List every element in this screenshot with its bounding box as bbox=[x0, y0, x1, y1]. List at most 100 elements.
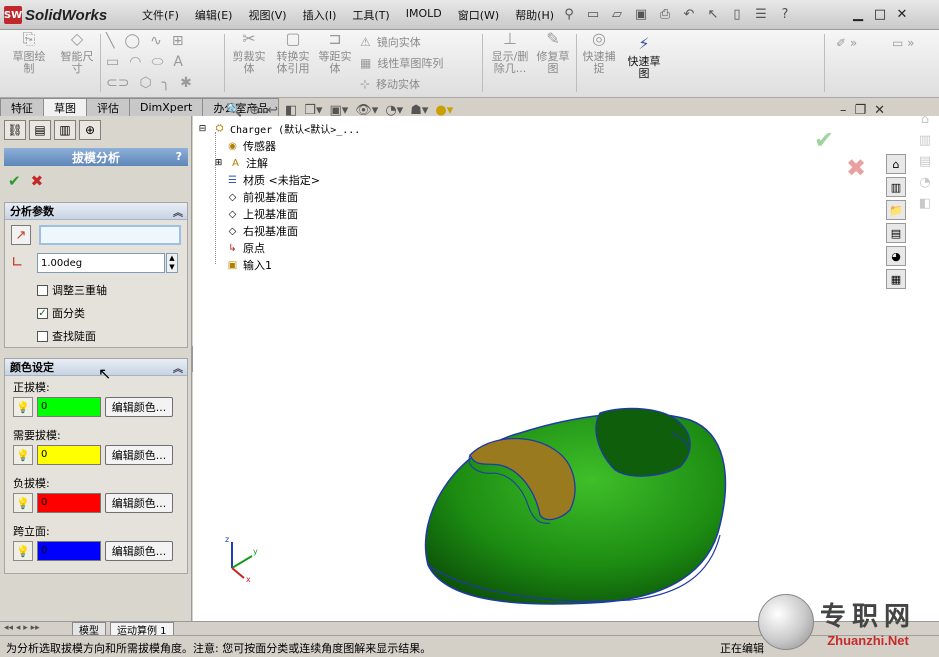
view-settings-icon[interactable]: ●▾ bbox=[435, 103, 453, 118]
tree-item-top-plane[interactable]: ◇ 上视基准面 bbox=[226, 206, 298, 222]
color-settings-header[interactable]: 颜色设定 ︽ bbox=[5, 359, 187, 376]
design-library-icon[interactable]: ▥ bbox=[886, 177, 906, 197]
confirm-corner-ok-icon[interactable]: ✔ bbox=[814, 126, 834, 154]
sketch-drawing-button[interactable]: ⎘ 草图绘制 bbox=[8, 31, 50, 75]
direction-selection-field[interactable] bbox=[39, 225, 181, 245]
feature-tree-icon[interactable]: ⛓ bbox=[4, 120, 26, 140]
slot-icon[interactable]: ⊂⊃ bbox=[106, 75, 129, 91]
help-icon[interactable]: ? bbox=[776, 5, 794, 23]
new-document-icon[interactable]: ▭ bbox=[584, 5, 602, 23]
offset-entities-button[interactable]: ⊐ 等距实体 bbox=[316, 31, 354, 75]
doc-restore-icon[interactable]: ❐ bbox=[855, 103, 867, 118]
edit-color-button-straddle[interactable]: 编辑颜色... bbox=[105, 541, 173, 561]
menu-imold[interactable]: IMOLD bbox=[398, 7, 450, 23]
ellipse-icon[interactable]: ⬭ bbox=[151, 54, 163, 70]
rebuild-icon[interactable]: ▯ bbox=[728, 5, 746, 23]
menu-insert[interactable]: 插入(I) bbox=[295, 7, 345, 23]
toolbar-overflow-icon-2[interactable]: ▭ » bbox=[892, 36, 915, 50]
view-palette-icon[interactable]: ▤ bbox=[886, 223, 906, 243]
draft-angle-input[interactable]: 1.00deg bbox=[37, 253, 165, 273]
repair-sketch-button[interactable]: ✎ 修复草图 bbox=[534, 31, 572, 75]
zoom-to-fit-icon[interactable]: 🔍 bbox=[226, 103, 242, 118]
close-icon[interactable]: ✕ bbox=[892, 4, 912, 24]
straddle-faces-bulb-icon[interactable]: 💡 bbox=[13, 541, 33, 561]
menu-window[interactable]: 窗口(W) bbox=[450, 7, 507, 23]
section-view-icon[interactable]: ◧ bbox=[285, 103, 297, 118]
undo-icon[interactable]: ↶ bbox=[680, 5, 698, 23]
faded-tool-icon[interactable]: ▤ bbox=[919, 154, 931, 169]
positive-draft-bulb-icon[interactable]: 💡 bbox=[13, 397, 33, 417]
direction-arrow-icon[interactable]: ↗ bbox=[11, 225, 31, 245]
select-icon[interactable]: ↖ bbox=[704, 5, 722, 23]
file-explorer-icon[interactable]: 📁 bbox=[886, 200, 906, 220]
rectangle-icon[interactable]: ▭ bbox=[106, 54, 119, 70]
tab-model[interactable]: 模型 bbox=[72, 622, 106, 637]
maximize-icon[interactable]: □ bbox=[870, 4, 890, 24]
custom-properties-icon[interactable]: ▦ bbox=[886, 269, 906, 289]
negative-draft-bulb-icon[interactable]: 💡 bbox=[13, 493, 33, 513]
quick-snaps-button[interactable]: ◎ 快速捕捉 bbox=[580, 31, 618, 75]
dimxpert-manager-icon[interactable]: ⊕ bbox=[79, 120, 101, 140]
minimize-icon[interactable]: ▁ bbox=[848, 4, 868, 24]
doc-close-icon[interactable]: ✕ bbox=[874, 103, 885, 118]
faded-tool-icon[interactable]: ▥ bbox=[919, 133, 931, 148]
print-icon[interactable]: ⎙ bbox=[656, 5, 674, 23]
trim-entities-button[interactable]: ✂ 剪裁实体 bbox=[228, 31, 270, 75]
edit-color-button-negative[interactable]: 编辑颜色... bbox=[105, 493, 173, 513]
configuration-manager-icon[interactable]: ▥ bbox=[54, 120, 76, 140]
pin-icon[interactable]: ⚲ bbox=[560, 5, 578, 23]
tab-motion-study-1[interactable]: 运动算例 1 bbox=[110, 622, 174, 637]
collapse-icon[interactable]: ︽ bbox=[173, 204, 183, 219]
confirm-corner-cancel-icon[interactable]: ✖ bbox=[846, 154, 866, 182]
linear-pattern-button[interactable]: ▦ 线性草图阵列 bbox=[360, 55, 443, 71]
toolbar-overflow-icon[interactable]: ✐ » bbox=[836, 36, 857, 50]
mirror-entities-button[interactable]: ⚠ 镜向实体 bbox=[360, 34, 421, 50]
circle-icon[interactable]: ◯ bbox=[124, 33, 140, 49]
home-icon[interactable]: ⌂ bbox=[886, 154, 906, 174]
app-logo[interactable]: SW SolidWorks bbox=[4, 5, 107, 25]
tab-features[interactable]: 特征 bbox=[0, 98, 44, 116]
menu-view[interactable]: 视图(V) bbox=[240, 7, 294, 23]
menu-help[interactable]: 帮助(H) bbox=[507, 7, 562, 23]
faded-tool-icon[interactable]: ◧ bbox=[919, 196, 931, 211]
tree-item-import1[interactable]: ▣ 输入1 bbox=[226, 257, 272, 273]
angle-spinner[interactable]: ▲ ▼ bbox=[166, 253, 178, 273]
analysis-params-header[interactable]: 分析参数 ︽ bbox=[5, 203, 187, 220]
option-adjust-triad[interactable]: 调整三重轴 bbox=[37, 282, 107, 298]
tree-root[interactable]: ⊟ ⛭ Charger (默认<默认>_... bbox=[196, 121, 361, 136]
checkbox-face-classification[interactable]: ✓ bbox=[37, 307, 48, 319]
apply-scene-icon[interactable]: ☗▾ bbox=[410, 103, 428, 118]
fillet-icon[interactable]: ╮ bbox=[162, 75, 170, 91]
previous-view-icon[interactable]: ↩ bbox=[267, 103, 278, 118]
smart-dimension-button[interactable]: ◇ 智能尺寸 bbox=[56, 31, 98, 75]
convert-entities-button[interactable]: ▢ 转换实体引用 bbox=[272, 31, 314, 75]
option-face-classification[interactable]: ✓ 面分类 bbox=[37, 305, 85, 321]
save-icon[interactable]: ▣ bbox=[632, 5, 650, 23]
cancel-x-icon[interactable]: ✖ bbox=[31, 172, 44, 190]
doc-minimize-icon[interactable]: – bbox=[840, 103, 847, 118]
requires-draft-bulb-icon[interactable]: 💡 bbox=[13, 445, 33, 465]
appearances-icon[interactable]: ◕ bbox=[886, 246, 906, 266]
tab-sketch[interactable]: 草图 bbox=[43, 98, 87, 116]
property-manager-icon[interactable]: ▤ bbox=[29, 120, 51, 140]
display-style-icon[interactable]: ▣▾ bbox=[329, 103, 348, 118]
edit-color-button-positive[interactable]: 编辑颜色... bbox=[105, 397, 173, 417]
grid-icon[interactable]: ⊞ bbox=[172, 33, 184, 49]
tree-item-material[interactable]: ☰ 材质 <未指定> bbox=[226, 172, 320, 188]
polygon-icon[interactable]: ⬡ bbox=[139, 75, 151, 91]
tree-item-front-plane[interactable]: ◇ 前视基准面 bbox=[226, 189, 298, 205]
spline-icon[interactable]: ∿ bbox=[150, 33, 162, 49]
menu-edit[interactable]: 编辑(E) bbox=[187, 7, 241, 23]
edit-color-button-requires[interactable]: 编辑颜色... bbox=[105, 445, 173, 465]
checkbox-find-steep-faces[interactable] bbox=[37, 330, 48, 342]
tree-item-origin[interactable]: ↳ 原点 bbox=[226, 240, 265, 256]
menu-file[interactable]: 文件(F) bbox=[134, 7, 187, 23]
checkbox-adjust-triad[interactable] bbox=[37, 284, 48, 296]
hide-show-items-icon[interactable]: 👁▾ bbox=[355, 103, 378, 118]
options-icon[interactable]: ☰ bbox=[752, 5, 770, 23]
zoom-to-area-icon[interactable]: ⊕ bbox=[249, 103, 260, 118]
faded-tool-icon[interactable]: ◔ bbox=[919, 175, 930, 190]
option-find-steep-faces[interactable]: 查找陡面 bbox=[37, 328, 96, 344]
move-entities-button[interactable]: ⊹ 移动实体 bbox=[360, 76, 420, 92]
view-orientation-icon[interactable]: ❒▾ bbox=[304, 103, 322, 118]
